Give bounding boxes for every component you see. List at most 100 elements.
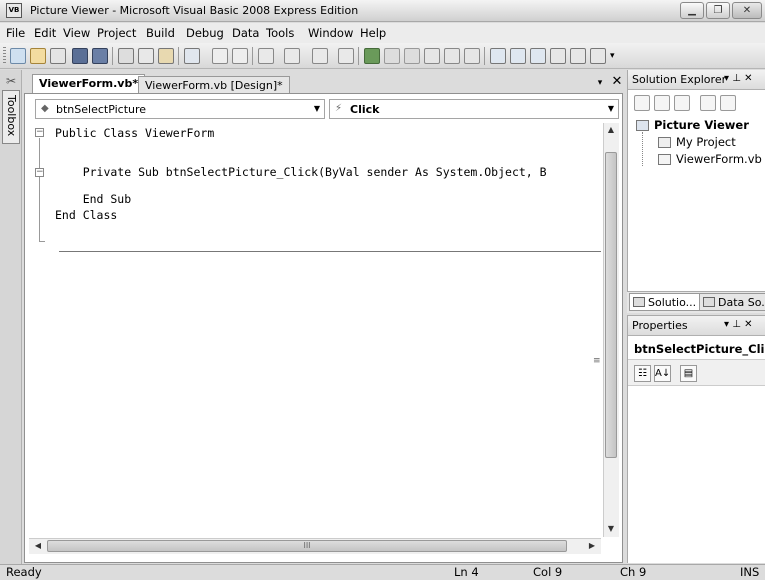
properties-icon[interactable] bbox=[634, 95, 650, 111]
maximize-button[interactable]: ❐ bbox=[706, 2, 730, 19]
close-button[interactable]: ✕ bbox=[732, 2, 762, 19]
navigate-forward-icon[interactable] bbox=[338, 48, 354, 64]
collapse-class-icon[interactable]: − bbox=[35, 128, 44, 137]
redo-icon[interactable] bbox=[284, 48, 300, 64]
tab-solution-explorer-label: Solutio... bbox=[648, 296, 697, 309]
close-tab-icon[interactable]: ✕ bbox=[610, 75, 624, 90]
collapse-method-icon[interactable]: − bbox=[35, 168, 44, 177]
save-icon[interactable] bbox=[72, 48, 88, 64]
code-line-3[interactable]: Private Sub btnSelectPicture_Click(ByVal… bbox=[55, 165, 547, 179]
categorized-icon[interactable]: ☷ bbox=[634, 365, 651, 382]
scroll-right-icon[interactable]: ▶ bbox=[585, 541, 599, 550]
toolbar-options-icon[interactable]: ▾ bbox=[610, 48, 618, 64]
vertical-scroll-thumb[interactable] bbox=[605, 152, 617, 458]
toolbox-button-icon[interactable] bbox=[550, 48, 566, 64]
error-list-icon[interactable] bbox=[570, 48, 586, 64]
toolbox-pin-icon[interactable]: ✂ bbox=[4, 74, 18, 88]
tree-project-picture-viewer[interactable]: Picture Viewer bbox=[654, 118, 749, 132]
panel-pin-controls[interactable]: ▾ ⊥ ✕ bbox=[724, 319, 752, 330]
menu-bar: File Edit View Project Build Debug Data … bbox=[0, 23, 765, 43]
break-all-icon[interactable] bbox=[384, 48, 400, 64]
toolbar-separator bbox=[178, 47, 179, 65]
toolbar-grip-icon[interactable] bbox=[3, 47, 6, 65]
properties-panel: Properties ▾ ⊥ ✕ btnSelectPicture_Click … bbox=[627, 315, 765, 563]
uncomment-icon[interactable] bbox=[232, 48, 248, 64]
method-name-combo[interactable]: ⚡ Click ▼ bbox=[329, 99, 619, 119]
step-over-icon[interactable] bbox=[444, 48, 460, 64]
open-file-icon[interactable] bbox=[30, 48, 46, 64]
property-pages-icon[interactable]: ▤ bbox=[680, 365, 697, 382]
copy-icon[interactable] bbox=[138, 48, 154, 64]
code-text-area[interactable]: − − Public Class ViewerForm Private Sub … bbox=[29, 123, 601, 537]
tab-data-sources[interactable]: Data So... bbox=[699, 293, 765, 311]
code-line-5[interactable]: End Sub bbox=[55, 192, 131, 206]
cut-icon[interactable] bbox=[118, 48, 134, 64]
start-page-icon[interactable] bbox=[590, 48, 606, 64]
solution-explorer-tab-icon bbox=[633, 297, 645, 307]
scroll-down-icon[interactable]: ▼ bbox=[604, 524, 618, 533]
navigate-back-icon[interactable] bbox=[312, 48, 328, 64]
toolbox-label: Toolbox bbox=[5, 95, 18, 137]
step-into-icon[interactable] bbox=[424, 48, 440, 64]
status-character: Ch 9 bbox=[620, 565, 647, 579]
scroll-left-icon[interactable]: ◀ bbox=[31, 541, 45, 550]
menu-file[interactable]: File bbox=[6, 26, 25, 40]
paste-icon[interactable] bbox=[158, 48, 174, 64]
status-bar: Ready Ln 4 Col 9 Ch 9 INS bbox=[0, 564, 765, 580]
find-icon[interactable] bbox=[184, 48, 200, 64]
solution-panel-tabs: Solutio... Data So... bbox=[627, 291, 765, 313]
menu-debug[interactable]: Debug bbox=[186, 26, 224, 40]
new-project-icon[interactable] bbox=[10, 48, 26, 64]
comment-icon[interactable] bbox=[212, 48, 228, 64]
split-handle-icon[interactable]: ≡ bbox=[593, 356, 601, 366]
class-name-combo[interactable]: ◆ btnSelectPicture ▼ bbox=[35, 99, 325, 119]
code-line-1[interactable]: Public Class ViewerForm bbox=[55, 126, 214, 140]
menu-tools[interactable]: Tools bbox=[266, 26, 294, 40]
menu-build[interactable]: Build bbox=[146, 26, 175, 40]
properties-window-icon[interactable] bbox=[510, 48, 526, 64]
scroll-up-icon[interactable]: ▲ bbox=[604, 125, 618, 134]
event-icon: ⚡ bbox=[335, 103, 343, 114]
document-tabstrip: ViewerForm.vb* ViewerForm.vb [Design]* ▾… bbox=[24, 72, 624, 95]
view-designer-icon[interactable] bbox=[720, 95, 736, 111]
tree-item-viewerform[interactable]: ViewerForm.vb bbox=[676, 152, 762, 166]
menu-help[interactable]: Help bbox=[360, 26, 386, 40]
app-icon: VB bbox=[6, 3, 22, 18]
toolbox-tab[interactable]: Toolbox bbox=[2, 90, 20, 144]
add-item-icon[interactable] bbox=[50, 48, 66, 64]
object-browser-icon[interactable] bbox=[530, 48, 546, 64]
toolbar-separator bbox=[112, 47, 113, 65]
tab-data-sources-label: Data So... bbox=[718, 296, 765, 309]
menu-data[interactable]: Data bbox=[232, 26, 259, 40]
properties-object-selector[interactable]: btnSelectPicture_Click bbox=[628, 338, 765, 360]
tab-viewerform-design[interactable]: ViewerForm.vb [Design]* bbox=[138, 76, 290, 94]
tab-viewerform-code[interactable]: ViewerForm.vb* bbox=[32, 74, 146, 95]
horizontal-scroll-thumb[interactable]: III bbox=[47, 540, 567, 552]
tree-guide bbox=[642, 132, 643, 166]
menu-project[interactable]: Project bbox=[97, 26, 136, 40]
step-out-icon[interactable] bbox=[464, 48, 480, 64]
code-line-6[interactable]: End Class bbox=[55, 208, 117, 222]
refresh-icon[interactable] bbox=[674, 95, 690, 111]
tree-item-my-project[interactable]: My Project bbox=[676, 135, 736, 149]
menu-view[interactable]: View bbox=[63, 26, 90, 40]
menu-window[interactable]: Window bbox=[308, 26, 353, 40]
alphabetical-icon[interactable]: A↓ bbox=[654, 365, 671, 382]
menu-edit[interactable]: Edit bbox=[34, 26, 56, 40]
class-member-icon: ◆ bbox=[41, 103, 49, 114]
undo-icon[interactable] bbox=[258, 48, 274, 64]
tab-solution-explorer[interactable]: Solutio... bbox=[629, 293, 701, 311]
status-insert-mode: INS bbox=[740, 565, 760, 579]
show-all-files-icon[interactable] bbox=[654, 95, 670, 111]
solution-explorer-icon[interactable] bbox=[490, 48, 506, 64]
view-code-icon[interactable] bbox=[700, 95, 716, 111]
method-name-value: Click bbox=[350, 103, 380, 116]
tab-list-dropdown-icon[interactable]: ▾ bbox=[594, 76, 606, 90]
project-icon bbox=[636, 120, 649, 131]
save-all-icon[interactable] bbox=[92, 48, 108, 64]
start-debugging-icon[interactable] bbox=[364, 48, 380, 64]
solution-explorer-panel: Solution Explorer ▾ ⊥ ✕ Picture Viewer M… bbox=[627, 70, 765, 313]
stop-debugging-icon[interactable] bbox=[404, 48, 420, 64]
panel-pin-controls[interactable]: ▾ ⊥ ✕ bbox=[724, 73, 752, 84]
minimize-button[interactable]: ▁ bbox=[680, 2, 704, 19]
